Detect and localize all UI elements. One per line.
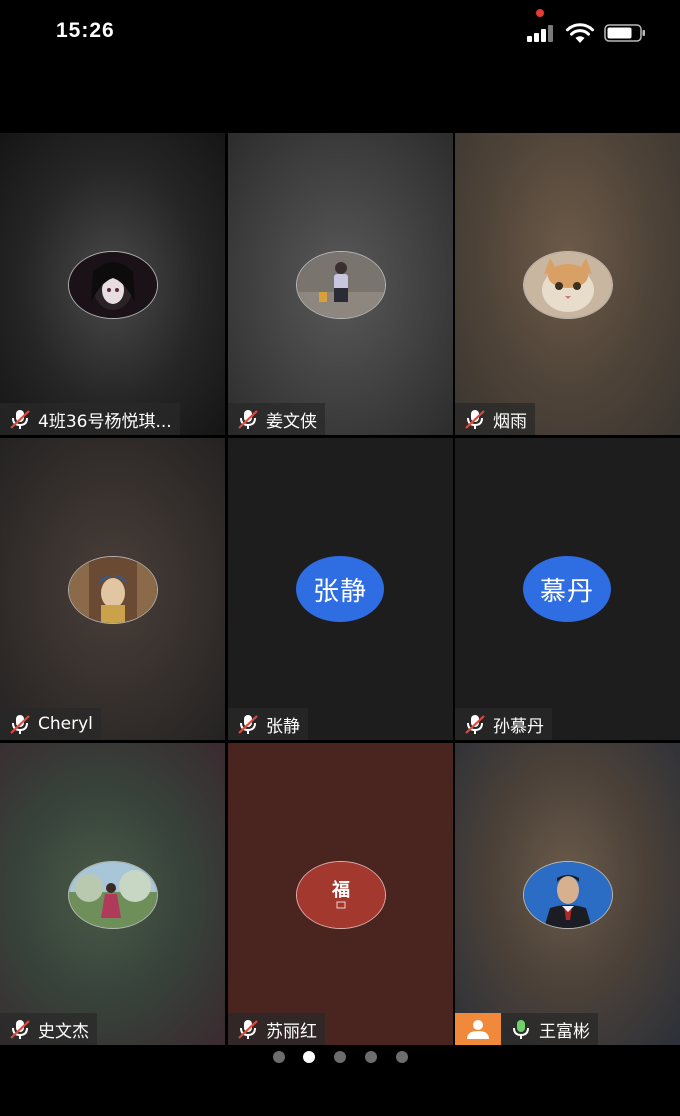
- participant-name-label: 苏丽红: [228, 1013, 325, 1045]
- participant-avatar: [523, 251, 613, 319]
- mic-muted-icon: [238, 1020, 258, 1039]
- mic-muted-icon: [10, 410, 30, 429]
- participant-tile[interactable]: Cheryl: [0, 438, 225, 740]
- battery-icon: [604, 24, 645, 42]
- page-dot-active[interactable]: [303, 1051, 315, 1063]
- mic-muted-icon: [238, 715, 258, 734]
- participant-tile[interactable]: 史文杰: [0, 743, 225, 1045]
- participant-name-label: 姜文侠: [228, 403, 325, 435]
- mic-active-icon: [513, 1020, 529, 1039]
- page-dot[interactable]: [396, 1051, 408, 1063]
- mic-muted-icon: [10, 715, 30, 734]
- recording-indicator: [536, 9, 544, 17]
- participant-tile[interactable]: 烟雨: [455, 133, 680, 435]
- cellular-signal-icon: [527, 24, 557, 42]
- mic-muted-icon: [10, 1020, 30, 1039]
- participant-name: 史文杰: [38, 1021, 89, 1042]
- page-dot[interactable]: [334, 1051, 346, 1063]
- participant-name: 4班36号杨悦琪...: [38, 411, 172, 432]
- status-bar: 15:26: [0, 0, 680, 64]
- page-indicator[interactable]: [0, 1050, 680, 1064]
- participant-name: 孙慕丹: [493, 716, 544, 737]
- participant-tile[interactable]: 慕丹 孙慕丹: [455, 438, 680, 740]
- participant-avatar: [68, 251, 158, 319]
- participant-avatar: [296, 251, 386, 319]
- mic-muted-icon: [238, 410, 258, 429]
- person-icon: [467, 1020, 489, 1039]
- fu-character: 福: [331, 879, 350, 901]
- participant-name: 姜文侠: [266, 411, 317, 432]
- participant-name-label: 4班36号杨悦琪...: [0, 403, 180, 435]
- host-badge: [455, 1013, 501, 1045]
- participant-tile[interactable]: 4班36号杨悦琪...: [0, 133, 225, 435]
- page-dot[interactable]: [365, 1051, 377, 1063]
- participant-tile[interactable]: 王富彬: [455, 743, 680, 1045]
- participant-avatar: [68, 556, 158, 624]
- wifi-icon: [566, 23, 594, 43]
- participant-name: 王富彬: [539, 1021, 590, 1042]
- mic-muted-icon: [465, 715, 485, 734]
- participant-avatar: 福: [296, 861, 386, 929]
- participant-avatar: [68, 861, 158, 929]
- participant-tile[interactable]: 姜文侠: [228, 133, 453, 435]
- participant-name: 张静: [266, 716, 300, 737]
- participant-grid: 4班36号杨悦琪... 姜文侠 烟雨 Cheryl 张静 张静 慕丹 孙慕丹 史…: [0, 133, 680, 1045]
- participant-tile[interactable]: 张静 张静: [228, 438, 453, 740]
- participant-name-label: 史文杰: [0, 1013, 97, 1045]
- participant-name-label: 张静: [228, 708, 308, 740]
- participant-name-label: 烟雨: [455, 403, 535, 435]
- participant-name: 苏丽红: [266, 1021, 317, 1042]
- participant-name-label: Cheryl: [0, 708, 101, 740]
- participant-avatar: [523, 861, 613, 929]
- mic-muted-icon: [465, 410, 485, 429]
- page-dot[interactable]: [273, 1051, 285, 1063]
- participant-name-label: 王富彬: [501, 1013, 598, 1045]
- participant-name: 烟雨: [493, 411, 527, 432]
- text-avatar: 张静: [296, 556, 384, 622]
- participant-name-label: 孙慕丹: [455, 708, 552, 740]
- text-avatar: 慕丹: [523, 556, 611, 622]
- status-time: 15:26: [56, 19, 115, 42]
- participant-name: Cheryl: [38, 714, 93, 734]
- participant-tile[interactable]: 福 苏丽红: [228, 743, 453, 1045]
